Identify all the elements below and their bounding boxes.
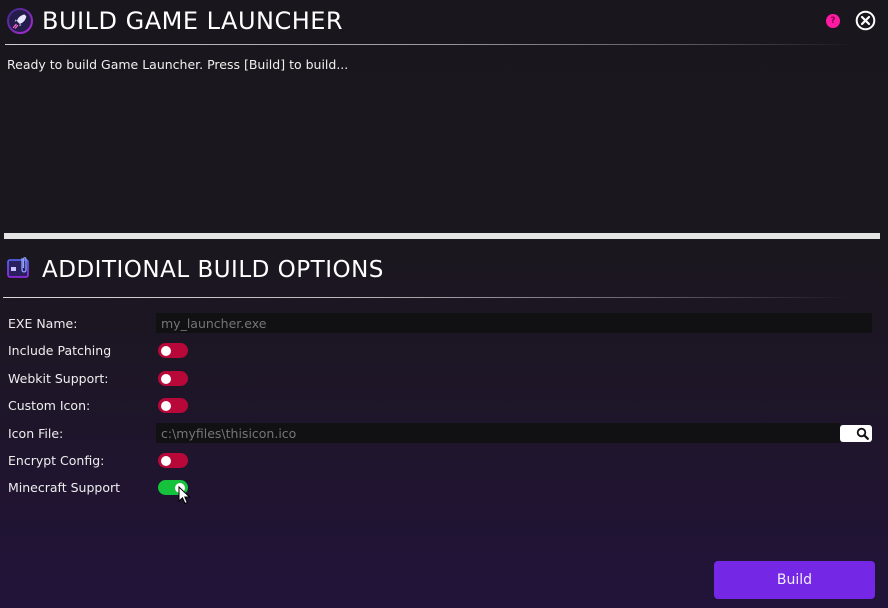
row-webkit-support: Webkit Support: [0, 368, 888, 390]
row-encrypt-config: Encrypt Config: [0, 450, 888, 472]
search-icon [856, 427, 869, 440]
row-icon-file: Icon File: [0, 423, 888, 445]
encrypt-config-toggle[interactable] [158, 453, 188, 468]
options-title: ADDITIONAL BUILD OPTIONS [42, 257, 384, 283]
exe-name-label: EXE Name: [8, 316, 78, 331]
row-minecraft-support: Minecraft Support [0, 477, 888, 499]
window-title: BUILD GAME LAUNCHER [42, 7, 344, 35]
webkit-support-label: Webkit Support: [8, 371, 109, 386]
include-patching-toggle[interactable] [158, 343, 188, 358]
icon-file-label: Icon File: [8, 426, 64, 441]
build-options-icon [7, 257, 29, 278]
status-message: Ready to build Game Launcher. Press [Bui… [7, 57, 349, 72]
browse-icon-file-button[interactable] [840, 425, 872, 442]
custom-icon-label: Custom Icon: [8, 398, 91, 413]
row-include-patching: Include Patching [0, 340, 888, 362]
icon-file-input[interactable] [156, 423, 840, 443]
exe-name-input[interactable] [156, 313, 872, 333]
minecraft-support-label: Minecraft Support [8, 480, 121, 495]
webkit-support-toggle[interactable] [158, 371, 188, 386]
header-divider [5, 44, 855, 45]
toggle-knob [161, 345, 171, 356]
toggle-knob [161, 373, 171, 384]
custom-icon-toggle[interactable] [158, 398, 188, 413]
toggle-knob [161, 455, 171, 466]
row-custom-icon: Custom Icon: [0, 395, 888, 417]
minecraft-support-toggle[interactable] [158, 480, 188, 495]
rocket-icon [7, 8, 33, 34]
build-button[interactable]: Build [714, 561, 875, 599]
panel-splitter[interactable] [4, 233, 880, 239]
close-icon[interactable] [855, 10, 876, 31]
include-patching-label: Include Patching [8, 343, 112, 358]
help-icon[interactable]: ? [826, 14, 840, 28]
toggle-knob [161, 400, 171, 411]
toggle-knob [175, 482, 185, 493]
top-header: BUILD GAME LAUNCHER ? [0, 0, 888, 46]
row-exe-name: EXE Name: [0, 313, 888, 335]
encrypt-config-label: Encrypt Config: [8, 453, 105, 468]
options-divider [3, 297, 848, 298]
